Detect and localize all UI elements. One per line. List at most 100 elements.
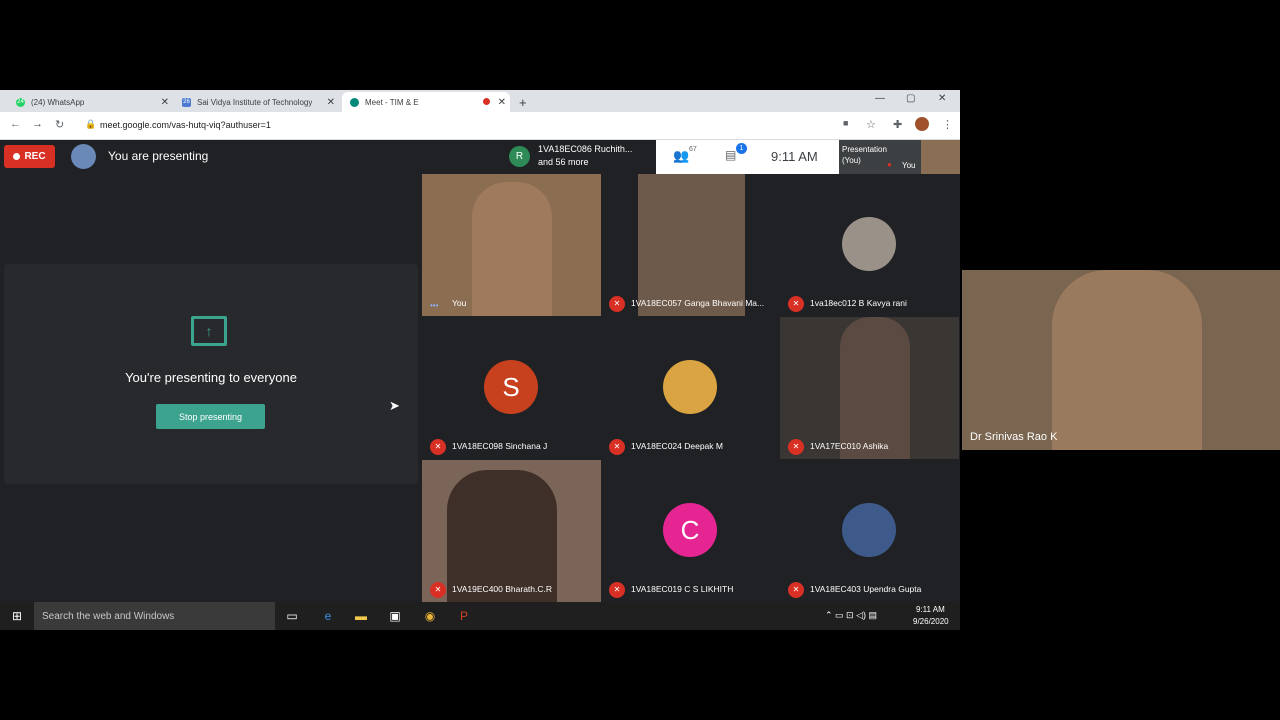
present-to-all-icon: ↑ — [191, 316, 227, 346]
more-options-icon[interactable]: ••• — [430, 301, 438, 310]
presenting-message: You're presenting to everyone — [125, 370, 297, 385]
participant-name: 1VA17EC010 Ashika — [810, 441, 889, 451]
menu-icon[interactable]: ⋮ — [942, 118, 953, 131]
minimize-icon[interactable]: — — [875, 93, 885, 104]
participant-name: 1VA18EC024 Deepak M — [631, 441, 723, 451]
presentation-self-view[interactable]: Presentation (You) ● You — [839, 140, 960, 174]
shared-screen: 24 (24) WhatsApp ✕ 26 Sai Vidya Institut… — [0, 90, 960, 630]
active-speaker-video: Dr Srinivas Rao K — [962, 270, 1280, 450]
clock-date: 9/26/2020 — [913, 617, 949, 626]
meet-icon — [350, 97, 359, 107]
task-view-icon[interactable]: ▭ — [284, 608, 300, 624]
clock-time: 9:11 AM — [916, 605, 945, 614]
participant-tile[interactable]: ••• You — [422, 174, 601, 316]
muted-mic-icon: ✕ — [430, 439, 446, 455]
lock-icon: 🔒 — [85, 119, 97, 129]
new-tab-button[interactable]: + — [519, 92, 533, 112]
participant-name: 1VA18EC403 Upendra Gupta — [810, 584, 922, 594]
tray-icons[interactable]: ⌃ ▭ ⊡ ◁) ▤ — [825, 610, 877, 621]
participant-tile[interactable]: ✕ 1VA19EC400 Bharath.C.R — [422, 460, 601, 602]
participant-initial-avatar: S — [484, 360, 538, 414]
chrome-icon[interactable]: ◉ — [422, 608, 438, 624]
browser-toolbar: ← → ↻ 🔒 meet.google.com/vas-hutq-viq?aut… — [0, 112, 960, 140]
participant-name: 1VA19EC400 Bharath.C.R — [452, 584, 553, 594]
close-tab-icon[interactable]: ✕ — [498, 97, 506, 108]
windows-taskbar: ⊞ Search the web and Windows ▭ e ▬ ▣ ◉ P… — [0, 602, 960, 630]
chat-badge: 1 — [736, 143, 747, 154]
back-icon[interactable]: ← — [10, 118, 21, 130]
tab-label: (24) WhatsApp — [31, 97, 85, 107]
tab-label: Meet - TIM & E — [365, 97, 419, 107]
star-icon[interactable]: ☆ — [866, 118, 876, 131]
chat-icon[interactable]: ▤ — [725, 148, 736, 162]
close-window-icon[interactable]: ✕ — [938, 93, 946, 104]
participant-name: 1VA18EC098 Sinchana J — [452, 441, 548, 451]
presenting-card: ↑ You're presenting to everyone Stop pre… — [4, 264, 418, 484]
participant-name: You — [452, 298, 467, 308]
participant-avatar: R — [509, 146, 530, 167]
participants-banner[interactable]: R 1VA18EC086 Ruchith... and 56 more — [504, 140, 656, 174]
participant-tile[interactable]: ✕ 1VA17EC010 Ashika — [780, 317, 959, 459]
forward-icon[interactable]: → — [32, 118, 43, 130]
participant-name: 1va18ec012 B Kavya rani — [810, 298, 907, 308]
maximize-icon[interactable]: ▢ — [906, 93, 915, 104]
calendar-icon: 26 — [182, 97, 191, 107]
store-icon[interactable]: ▣ — [387, 608, 403, 624]
muted-mic-icon: ✕ — [788, 439, 804, 455]
tab-whatsapp[interactable]: 24 (24) WhatsApp ✕ — [8, 92, 173, 112]
stop-presenting-button[interactable]: Stop presenting — [156, 404, 265, 429]
participant-name: 1VA18EC057 Ganga Bhavani Ma... — [631, 298, 765, 308]
reload-icon[interactable]: ↻ — [55, 118, 64, 131]
participant-tile[interactable]: ✕ 1VA18EC057 Ganga Bhavani Ma... — [601, 174, 780, 316]
address-bar[interactable]: 🔒 meet.google.com/vas-hutq-viq?authuser=… — [78, 116, 838, 135]
plus-icon: + — [519, 94, 527, 110]
video-feed — [447, 470, 557, 602]
close-tab-icon[interactable]: ✕ — [327, 97, 335, 108]
meet-window: REC You are presenting R 1VA18EC086 Ruch… — [0, 140, 960, 602]
close-tab-icon[interactable]: ✕ — [161, 97, 169, 108]
powerpoint-icon[interactable]: P — [456, 608, 472, 624]
speaker-name: Dr Srinivas Rao K — [970, 431, 1058, 443]
recording-badge: REC — [4, 145, 55, 168]
muted-mic-icon: ✕ — [609, 296, 625, 312]
muted-mic-icon: ✕ — [609, 582, 625, 598]
browser-tab-strip: 24 (24) WhatsApp ✕ 26 Sai Vidya Institut… — [0, 90, 960, 112]
record-dot-icon — [13, 153, 21, 160]
cursor-icon: ➤ — [389, 398, 400, 413]
presentation-sub: (You) — [842, 156, 861, 165]
participant-tile[interactable]: ✕ 1va18ec012 B Kavya rani — [780, 174, 959, 316]
windows-start-icon[interactable]: ⊞ — [9, 608, 25, 624]
speaker-video-feed — [1052, 270, 1202, 450]
participant-name: 1VA18EC019 C S LIKHITH — [631, 584, 734, 594]
muted-mic-icon: ✕ — [788, 582, 804, 598]
tab-label: Sai Vidya Institute of Technology — [197, 97, 313, 107]
participant-photo-avatar — [663, 360, 717, 414]
participant-tile[interactable]: ✕ 1VA18EC024 Deepak M — [601, 317, 780, 459]
tab-sai-vidya[interactable]: 26 Sai Vidya Institute of Technology ✕ — [176, 92, 339, 112]
participant-photo-avatar — [842, 503, 896, 557]
rec-label: REC — [24, 151, 46, 162]
banner-line1: 1VA18EC086 Ruchith... — [538, 144, 633, 154]
extensions-icon[interactable]: ✚ — [893, 118, 902, 131]
muted-mic-icon: ✕ — [609, 439, 625, 455]
participant-photo-avatar — [842, 217, 896, 271]
people-count: 67 — [689, 146, 697, 153]
file-explorer-icon[interactable]: ▬ — [353, 608, 369, 624]
meet-top-bar: 👥 67 ▤ 1 9:11 AM — [656, 140, 839, 174]
taskbar-search[interactable]: Search the web and Windows — [34, 602, 275, 630]
profile-avatar[interactable] — [915, 117, 929, 131]
tab-meet[interactable]: Meet - TIM & E ✕ — [342, 92, 510, 112]
participant-tile[interactable]: ✕ 1VA18EC403 Upendra Gupta — [780, 460, 959, 602]
video-feed — [472, 182, 552, 316]
search-placeholder: Search the web and Windows — [42, 610, 175, 622]
meeting-time: 9:11 AM — [771, 149, 818, 164]
camera-icon[interactable]: ■ — [843, 118, 848, 128]
participant-tile[interactable]: S ✕ 1VA18EC098 Sinchana J — [422, 317, 601, 459]
people-icon[interactable]: 👥 — [673, 148, 689, 164]
participant-tile[interactable]: C ✕ 1VA18EC019 C S LIKHITH — [601, 460, 780, 602]
recording-indicator-icon — [483, 98, 490, 105]
url-text: meet.google.com/vas-hutq-viq?authuser=1 — [100, 120, 271, 130]
self-you-label: You — [902, 161, 916, 170]
self-thumbnail — [921, 140, 960, 174]
edge-icon[interactable]: e — [320, 608, 336, 624]
